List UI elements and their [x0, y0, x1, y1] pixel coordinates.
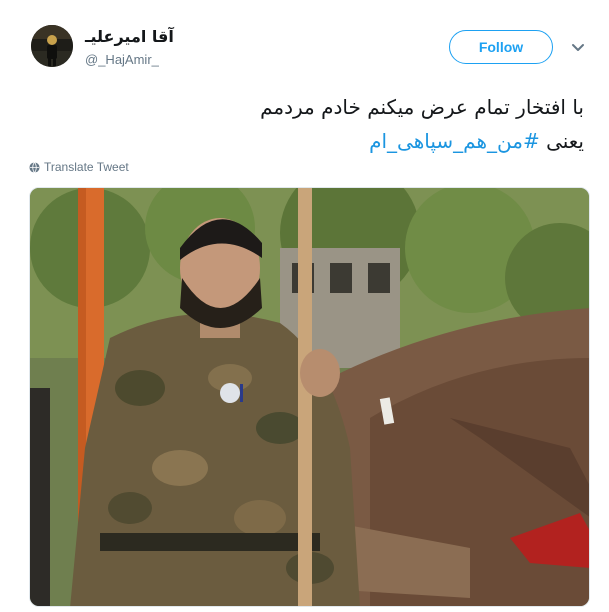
hashtag-link[interactable]: #من_هم_سپاهی_ام: [369, 129, 540, 153]
follow-button[interactable]: Follow: [449, 30, 553, 64]
chevron-down-icon[interactable]: [571, 41, 585, 53]
avatar-image: [31, 25, 73, 67]
attached-photo[interactable]: [29, 187, 590, 607]
avatar[interactable]: [31, 25, 73, 67]
translate-label: Translate Tweet: [44, 160, 129, 174]
tweet-text-prefix: یعنی: [539, 129, 584, 153]
translate-tweet-link[interactable]: Translate Tweet: [29, 160, 129, 174]
author-display-name[interactable]: آقا امیرعلیـ: [85, 27, 174, 46]
tweet-card: آقا امیرعلیـ @_HajAmir_ Follow با افتخار…: [0, 0, 609, 612]
globe-icon: [29, 161, 40, 173]
author-handle[interactable]: @_HajAmir_: [85, 52, 159, 67]
tweet-text: با افتخار تمام عرض میکنم خادم مردمم یعنی…: [24, 90, 584, 158]
tweet-text-line-2: یعنی #من_هم_سپاهی_ام: [24, 124, 584, 158]
tweet-text-line-1: با افتخار تمام عرض میکنم خادم مردمم: [260, 95, 584, 119]
